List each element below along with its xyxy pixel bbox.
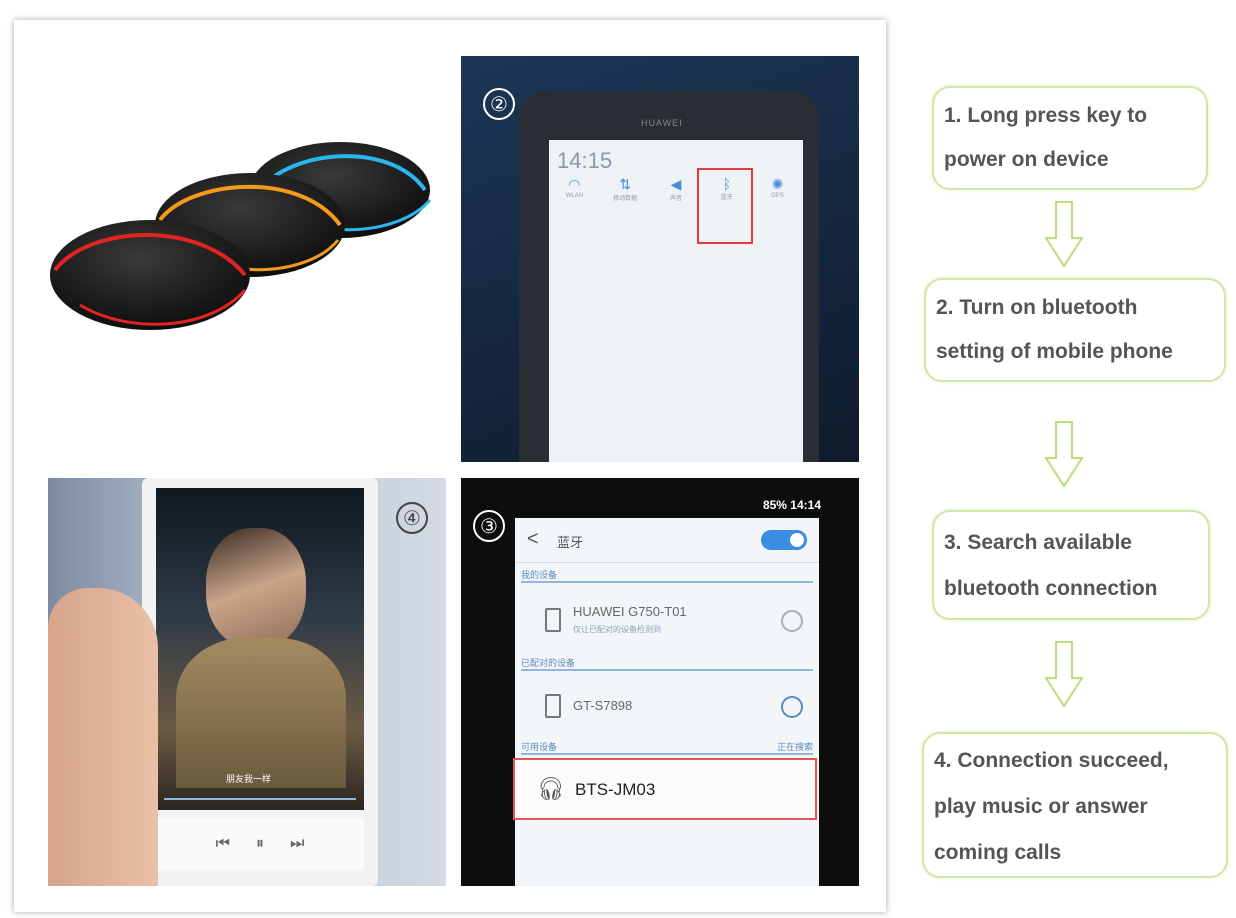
device-huawei[interactable]: HUAWEI G750-T01 — [573, 604, 687, 619]
hand-image — [48, 588, 158, 886]
device-huawei-sub: 仅让已配对的设备检测到 — [573, 625, 661, 634]
speaker-red — [50, 220, 250, 330]
player-controls: ⏮ ⏸ ⏭ — [156, 818, 364, 870]
headphones-icon: 🎧︎ — [537, 776, 565, 801]
quick-toggles: ◠ WLAN ⇅ 移动数据 ◀ 声音 ᛒ 蓝牙 ✺ GPS — [549, 176, 803, 216]
music-screen: 朋友我一样 — [156, 488, 364, 810]
available-device-row[interactable]: 🎧︎ BTS-JM03 — [513, 758, 817, 820]
sound-icon: ◀ — [670, 176, 682, 192]
available-device-label: BTS-JM03 — [575, 780, 656, 799]
status-bar: 85% 14:14 — [762, 498, 821, 512]
visibility-toggle-icon[interactable] — [781, 610, 803, 632]
sound-toggle[interactable]: ◀ 声音 — [661, 176, 691, 216]
step-1-box: 1. Long press key to power on device — [932, 86, 1208, 190]
down-arrow-icon — [1044, 641, 1084, 708]
artist-photo-face — [206, 528, 306, 648]
progress-bar[interactable] — [164, 798, 356, 800]
step-badge-4: ④ — [396, 502, 428, 534]
pause-icon[interactable]: ⏸ — [256, 835, 264, 853]
step-3-box: 3. Search available bluetooth connection — [932, 510, 1210, 620]
section-paired: 已配对的设备 — [521, 656, 813, 671]
artist-photo-body — [176, 638, 346, 788]
phone-icon — [545, 608, 561, 632]
bluetooth-header: < 蓝牙 — [515, 518, 819, 563]
step-badge-3: ③ — [473, 510, 505, 542]
step-4-box: 4. Connection succeed, play music or ans… — [922, 732, 1228, 878]
previous-icon[interactable]: ⏮ — [216, 835, 230, 853]
data-icon: ⇅ — [619, 176, 632, 192]
bluetooth-highlight-box — [697, 168, 753, 244]
wifi-toggle[interactable]: ◠ WLAN — [559, 176, 589, 216]
down-arrow-icon — [1044, 201, 1084, 268]
section-available: 可用设备 正在搜索 — [521, 740, 813, 755]
settings-icon[interactable] — [781, 696, 803, 718]
next-icon[interactable]: ⏭ — [290, 835, 304, 853]
down-arrow-icon — [1044, 421, 1084, 488]
data-toggle[interactable]: ⇅ 移动数据 — [610, 176, 640, 216]
bluetooth-screen: < 蓝牙 我的设备 HUAWEI G750-T01 仅让已配对的设备检测到 已配… — [515, 518, 819, 886]
panel-bluetooth-list: ③ 85% 14:14 < 蓝牙 我的设备 HUAWEI G750-T01 仅让… — [461, 478, 859, 886]
device-gt-s7898[interactable]: GT-S7898 — [573, 698, 632, 713]
section-my-devices: 我的设备 — [521, 568, 813, 583]
gps-toggle[interactable]: ✺ GPS — [763, 176, 793, 216]
speakers-image — [50, 142, 432, 330]
searching-label: 正在搜索 — [776, 742, 813, 752]
bluetooth-switch[interactable] — [761, 530, 807, 550]
step-2-box: 2. Turn on bluetooth setting of mobile p… — [924, 278, 1226, 382]
back-icon[interactable]: < — [527, 528, 539, 551]
panel-music-player: 朋友我一样 ⏮ ⏸ ⏭ ④ — [48, 478, 446, 886]
phone-screen: 14:15 ◠ WLAN ⇅ 移动数据 ◀ 声音 ᛒ 蓝牙 ✺ GPS — [549, 140, 803, 462]
wifi-icon: ◠ — [568, 176, 581, 192]
phone-icon — [545, 694, 561, 718]
lyric-line: 朋友我一样 — [226, 774, 272, 784]
step-badge-2: ② — [483, 88, 515, 120]
gps-icon: ✺ — [771, 176, 784, 192]
clock-time: 14:15 — [557, 148, 613, 173]
bluetooth-title: 蓝牙 — [557, 535, 584, 550]
panel-notification-shade: ② HUAWEI 14:15 ◠ WLAN ⇅ 移动数据 ◀ 声音 ᛒ 蓝牙 ✺ GPS — [461, 56, 859, 462]
phone-brand: HUAWEI — [641, 118, 683, 128]
